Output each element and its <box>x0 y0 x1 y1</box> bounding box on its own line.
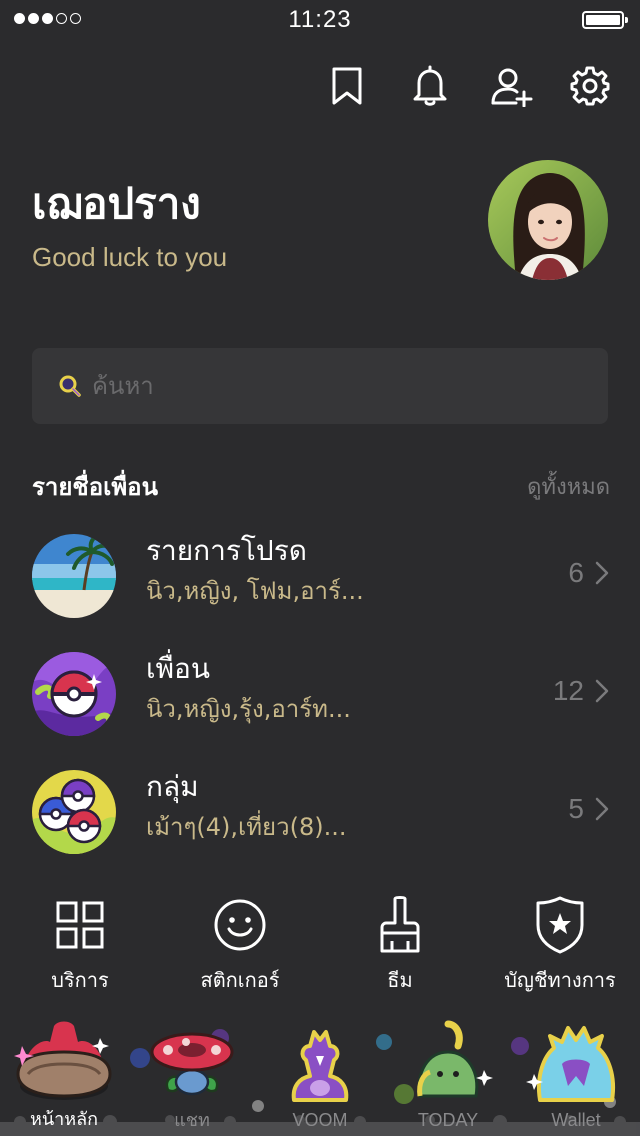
chats-character-icon <box>150 1032 234 1096</box>
bottom-tab-bar: หน้าหลัก แชท VOOM TODAY Wallet <box>0 1010 640 1136</box>
tab-home-label: หน้าหลัก <box>29 1109 99 1130</box>
tab-chats[interactable]: แชท <box>128 1010 256 1136</box>
tab-wallet[interactable]: Wallet <box>512 1010 640 1136</box>
home-screen: 11:23 เฌอปราง Good luck to you ค้นหา ราย… <box>0 0 640 1136</box>
grid-icon <box>56 901 104 949</box>
friends-count: 12 <box>552 675 584 706</box>
list-item-favorites[interactable]: รายการโปรด นิว,หญิง, โฟม,อาร์... 6 <box>0 522 640 632</box>
smiley-icon <box>214 899 266 951</box>
official-accounts-button[interactable]: บัญชีทางการ <box>480 895 640 1005</box>
themes-label: ธีม <box>387 968 413 992</box>
tab-today[interactable]: TODAY <box>384 1010 512 1136</box>
bookmark-button[interactable] <box>325 64 369 108</box>
wallet-character-icon <box>526 1026 615 1102</box>
chevron-right-icon <box>595 797 609 821</box>
tab-chats-label: แชท <box>174 1110 210 1130</box>
status-time: 11:23 <box>288 6 352 33</box>
tab-today-label: TODAY <box>417 1110 479 1130</box>
gear-icon <box>570 66 610 106</box>
list-item-friends[interactable]: เพื่อน นิว,หญิง,รุ้ง,อาร์ท... 12 <box>0 640 640 750</box>
chevron-right-icon <box>595 561 609 585</box>
bookmark-icon <box>332 67 362 105</box>
today-character-icon <box>417 1020 493 1098</box>
friends-title: เพื่อน <box>146 652 210 685</box>
settings-button[interactable] <box>568 64 612 108</box>
tab-voom-label: VOOM <box>292 1110 348 1130</box>
friends-preview: นิว,หญิง,รุ้ง,อาร์ท... <box>146 695 351 723</box>
home-character-icon <box>14 1021 112 1100</box>
search-icon <box>59 375 81 397</box>
battery-icon <box>582 11 628 29</box>
friends-thumbnail <box>32 652 116 736</box>
voom-character-icon <box>291 1030 349 1102</box>
favorites-thumbnail <box>32 534 116 618</box>
services-label: บริการ <box>51 968 109 992</box>
favorites-preview: นิว,หญิง, โฟม,อาร์... <box>146 577 364 605</box>
search-input[interactable]: ค้นหา <box>32 348 608 424</box>
stickers-button[interactable]: สติกเกอร์ <box>160 895 320 1005</box>
tab-home[interactable]: หน้าหลัก <box>0 1010 128 1136</box>
groups-count: 5 <box>568 793 584 824</box>
add-friend-button[interactable] <box>490 64 534 108</box>
shield-star-icon <box>536 896 584 954</box>
add-friend-icon <box>491 68 533 107</box>
groups-thumbnail <box>32 770 116 854</box>
groups-preview: เม้าๆ(4),เที่ยว(8)... <box>146 813 347 841</box>
see-all-link[interactable]: ดูทั้งหมด <box>527 472 610 504</box>
profile-status-message[interactable]: Good luck to you <box>32 240 227 274</box>
notifications-button[interactable] <box>408 64 452 108</box>
favorites-title: รายการโปรด <box>146 534 307 567</box>
list-item-groups[interactable]: กลุ่ม เม้าๆ(4),เที่ยว(8)... 5 <box>0 758 640 868</box>
friends-section-title: รายชื่อเพื่อน <box>32 473 158 501</box>
bell-icon <box>413 65 447 106</box>
favorites-count: 6 <box>568 557 584 588</box>
profile-avatar[interactable] <box>488 160 608 280</box>
services-button[interactable]: บริการ <box>0 895 160 1005</box>
profile-name[interactable]: เฌอปราง <box>32 178 201 230</box>
status-bar: 11:23 <box>0 0 640 40</box>
official-accounts-label: บัญชีทางการ <box>504 968 616 992</box>
chevron-right-icon <box>595 679 609 703</box>
groups-title: กลุ่ม <box>146 770 199 803</box>
brush-icon <box>380 896 420 953</box>
tab-voom[interactable]: VOOM <box>256 1010 384 1136</box>
search-placeholder: ค้นหา <box>92 372 154 400</box>
stickers-label: สติกเกอร์ <box>200 968 280 992</box>
themes-button[interactable]: ธีม <box>320 895 480 1005</box>
tab-wallet-label: Wallet <box>551 1110 601 1130</box>
